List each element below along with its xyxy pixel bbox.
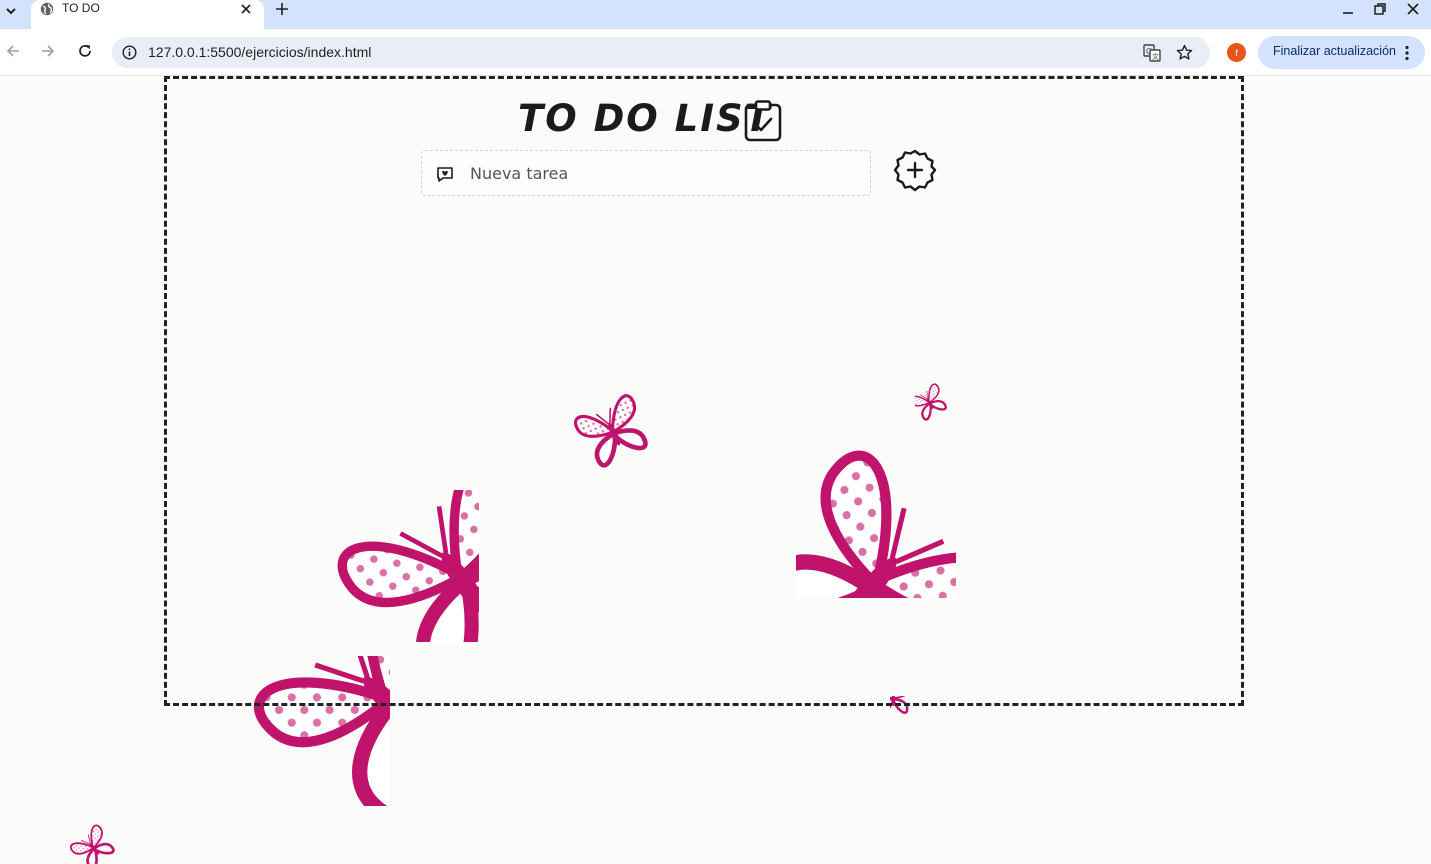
chevron-down-icon — [6, 7, 16, 14]
url-text[interactable]: 127.0.0.1:5500/ejercicios/index.html — [148, 44, 371, 60]
tab-active[interactable]: TO DO — [31, 0, 264, 29]
info-icon[interactable] — [122, 45, 137, 60]
browser-toolbar: 127.0.0.1:5500/ejercicios/index.html G文 … — [0, 29, 1431, 76]
page-content: TO DO LIST — [0, 76, 1431, 864]
page-title: TO DO LIST — [518, 97, 772, 140]
tab-title: TO DO — [62, 1, 100, 15]
tab-search-button[interactable] — [0, 0, 22, 21]
bookmark-star-icon[interactable] — [1176, 44, 1193, 61]
minimize-icon[interactable] — [1341, 3, 1355, 17]
restore-icon[interactable] — [1373, 2, 1387, 16]
translate-icon[interactable]: G文 — [1143, 44, 1161, 62]
circle-plus-icon[interactable] — [893, 148, 937, 192]
back-arrow-icon[interactable] — [5, 43, 21, 59]
address-bar[interactable]: 127.0.0.1:5500/ejercicios/index.html G文 — [112, 37, 1210, 68]
forward-arrow-icon[interactable] — [40, 43, 56, 59]
clipboard-check-icon — [744, 100, 782, 142]
window-close-icon[interactable] — [1406, 2, 1420, 16]
new-task-field — [421, 150, 871, 196]
globe-icon — [40, 2, 54, 16]
close-icon[interactable] — [239, 2, 253, 16]
update-button-label: Finalizar actualización — [1273, 44, 1396, 58]
message-heart-icon — [437, 167, 453, 182]
svg-text:文: 文 — [1152, 52, 1159, 61]
update-button[interactable]: Finalizar actualización — [1258, 36, 1425, 69]
more-vert-icon[interactable] — [1404, 45, 1410, 61]
profile-avatar[interactable]: f — [1227, 43, 1246, 62]
butterfly-image — [60, 822, 135, 864]
new-task-input[interactable] — [470, 159, 860, 187]
reload-icon[interactable] — [77, 43, 93, 59]
tab-strip: TO DO — [0, 0, 1431, 29]
new-tab-icon[interactable] — [275, 2, 289, 16]
